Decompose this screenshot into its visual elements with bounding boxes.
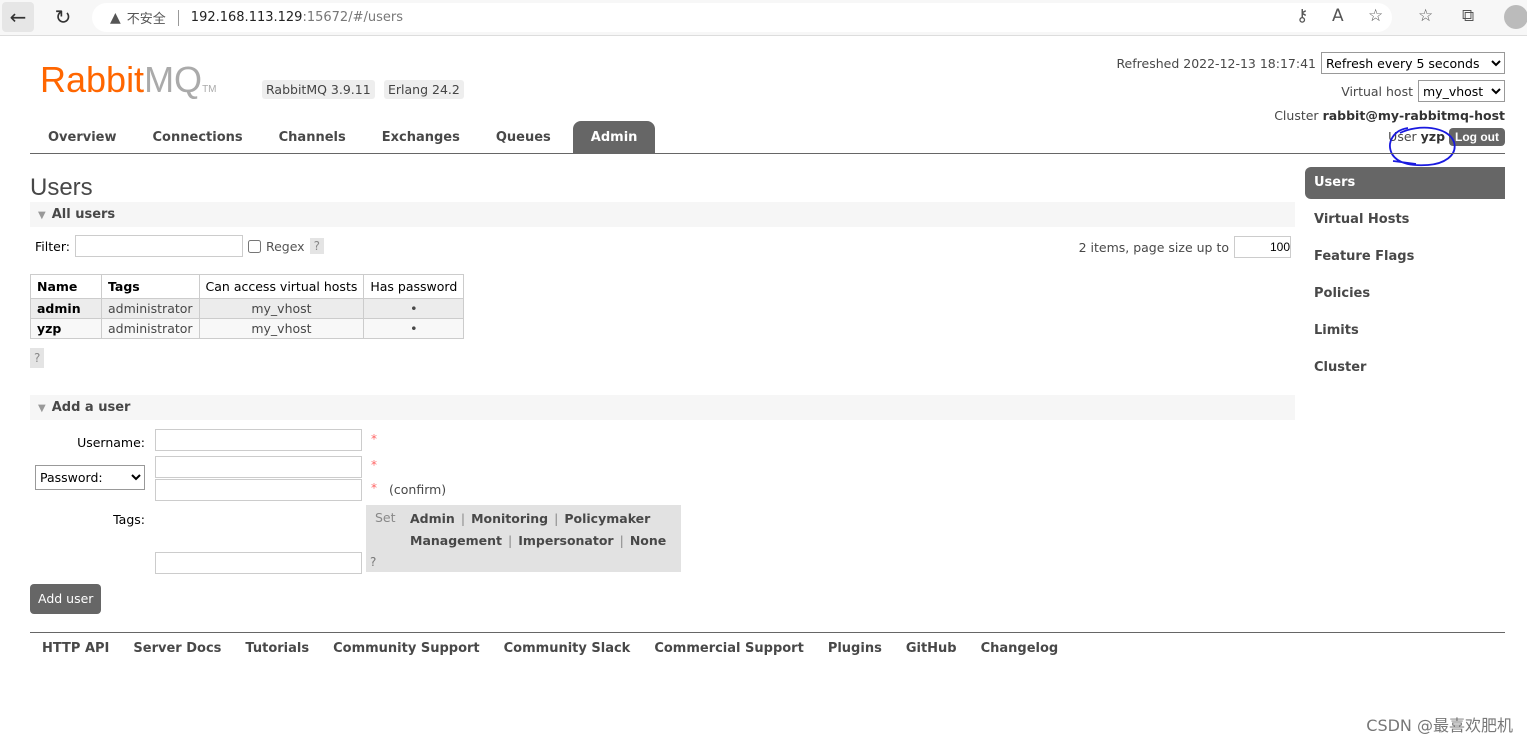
table-row: admin administrator my_vhost •: [30, 298, 465, 319]
sidebar-item-limits[interactable]: Limits: [1305, 315, 1505, 352]
password-type-select[interactable]: Password:: [35, 465, 145, 490]
footer-link-http-api[interactable]: HTTP API: [30, 641, 121, 656]
user-tags: administrator: [101, 318, 200, 339]
security-label: 不安全: [126, 12, 166, 27]
password-input[interactable]: [155, 456, 362, 478]
tag-shortcuts: Set Admin | Monitoring | Policymaker Managem…: [366, 505, 681, 572]
username-input[interactable]: [155, 429, 362, 451]
column-header[interactable]: Tags: [101, 274, 200, 299]
user-name-link[interactable]: yzp: [37, 321, 61, 336]
tab-overview[interactable]: Overview: [30, 121, 135, 153]
address-bar[interactable]: ▲ 不安全 192.168.113.129:15672/#/users: [92, 3, 1392, 32]
footer-link-community-slack[interactable]: Community Slack: [492, 641, 643, 656]
favorites-icon[interactable]: ☆: [1418, 6, 1433, 26]
add-favorite-icon[interactable]: ☆: [1368, 6, 1383, 26]
password-confirm-input[interactable]: [155, 479, 362, 501]
rabbitmq-version: RabbitMQ 3.9.11: [262, 80, 375, 99]
user-name-link[interactable]: admin: [37, 301, 81, 316]
footer-link-commercial-support[interactable]: Commercial Support: [642, 641, 816, 656]
sidebar-item-users[interactable]: Users: [1305, 167, 1505, 199]
reload-button[interactable]: ↻: [47, 2, 79, 32]
filter-input[interactable]: [74, 235, 243, 257]
username-label: Username:: [77, 435, 145, 450]
column-header: Has password: [363, 274, 465, 299]
erlang-version: Erlang 24.2: [384, 80, 464, 99]
warning-icon: ▲: [110, 9, 121, 26]
footer-link-tutorials[interactable]: Tutorials: [233, 641, 321, 656]
vhost-label: Virtual host: [1341, 83, 1413, 99]
refreshed-label: Refreshed 2022-12-13 18:17:41: [1116, 55, 1316, 71]
collapse-triangle-icon: ▼: [38, 210, 46, 221]
sidebar-item-virtual-hosts[interactable]: Virtual Hosts: [1305, 204, 1505, 241]
required-marker: *: [371, 481, 377, 495]
footer-link-community-support[interactable]: Community Support: [321, 641, 492, 656]
confirm-label: (confirm): [389, 482, 447, 497]
tags-help-button[interactable]: ?: [370, 555, 376, 569]
table-row: yzp administrator my_vhost •: [30, 318, 465, 339]
user-vhosts: my_vhost: [198, 298, 365, 319]
page-title: Users: [30, 174, 93, 201]
divider: [177, 9, 179, 26]
main-nav: Overview Connections Channels Exchanges …: [30, 121, 1505, 154]
column-header: Can access virtual hosts: [198, 274, 365, 299]
filter-label: Filter:: [35, 238, 70, 254]
tab-queues[interactable]: Queues: [478, 121, 569, 153]
tag-impersonator-link[interactable]: Impersonator: [518, 533, 613, 548]
footer-link-server-docs[interactable]: Server Docs: [121, 641, 233, 656]
add-user-button[interactable]: Add user: [30, 584, 102, 614]
sidebar-item-policies[interactable]: Policies: [1305, 278, 1505, 315]
tag-management-link[interactable]: Management: [410, 533, 502, 548]
read-aloud-icon[interactable]: A: [1332, 6, 1344, 26]
profile-avatar[interactable]: [1504, 5, 1527, 29]
required-marker: *: [371, 432, 377, 446]
browser-toolbar: ← ↻ ▲ 不安全 192.168.113.129:15672/#/users …: [0, 0, 1527, 36]
back-button[interactable]: ←: [2, 2, 34, 32]
sidebar-item-cluster[interactable]: Cluster: [1305, 352, 1505, 389]
items-count: 2 items, page size up to: [1078, 239, 1229, 255]
rabbitmq-logo[interactable]: RabbitMQTM: [40, 62, 217, 108]
collapse-triangle-icon: ▼: [38, 403, 46, 414]
sidebar-item-feature-flags[interactable]: Feature Flags: [1305, 241, 1505, 278]
tab-channels[interactable]: Channels: [261, 121, 364, 153]
key-icon[interactable]: ⚷: [1296, 6, 1308, 26]
tab-connections[interactable]: Connections: [135, 121, 261, 153]
url-path: :15672/#/users: [302, 10, 403, 25]
footer-link-github[interactable]: GitHub: [894, 641, 969, 656]
users-table: Name Tags Can access virtual hosts Has pass…: [30, 274, 465, 339]
regex-checkbox[interactable]: [247, 239, 261, 253]
tag-none-link[interactable]: None: [630, 533, 666, 548]
tags-label: Tags:: [113, 512, 145, 527]
required-marker: *: [371, 458, 377, 472]
tags-input[interactable]: [155, 552, 362, 574]
url-host: 192.168.113.129: [190, 10, 303, 25]
has-password: •: [363, 298, 465, 319]
table-help-button[interactable]: ?: [30, 348, 45, 368]
tag-admin-link[interactable]: Admin: [410, 511, 455, 526]
page-size-input[interactable]: [1234, 236, 1291, 258]
tag-policymaker-link[interactable]: Policymaker: [564, 511, 650, 526]
has-password: •: [363, 318, 465, 339]
tab-admin[interactable]: Admin: [572, 121, 656, 153]
user-tags: administrator: [101, 298, 200, 319]
footer-link-plugins[interactable]: Plugins: [816, 641, 894, 656]
footer-link-changelog[interactable]: Changelog: [969, 641, 1071, 656]
help-button[interactable]: ?: [309, 238, 324, 254]
collections-icon[interactable]: ⧉: [1462, 6, 1474, 26]
refresh-select[interactable]: Refresh every 5 seconds: [1321, 52, 1505, 74]
tag-monitoring-link[interactable]: Monitoring: [471, 511, 548, 526]
column-header[interactable]: Name: [30, 274, 102, 299]
watermark: CSDN @最喜欢肥机: [1366, 716, 1513, 735]
admin-sidebar: Users Virtual Hosts Feature Flags Polici…: [1305, 167, 1505, 389]
add-user-section-header[interactable]: ▼ Add a user: [30, 395, 1295, 420]
user-vhosts: my_vhost: [198, 318, 365, 339]
vhost-select[interactable]: my_vhost: [1418, 80, 1505, 102]
all-users-section-header[interactable]: ▼ All users: [30, 202, 1295, 227]
tab-exchanges[interactable]: Exchanges: [364, 121, 478, 153]
set-label: Set: [375, 510, 396, 525]
regex-label: Regex: [265, 238, 305, 254]
footer: HTTP API Server Docs Tutorials Community…: [30, 632, 1505, 656]
